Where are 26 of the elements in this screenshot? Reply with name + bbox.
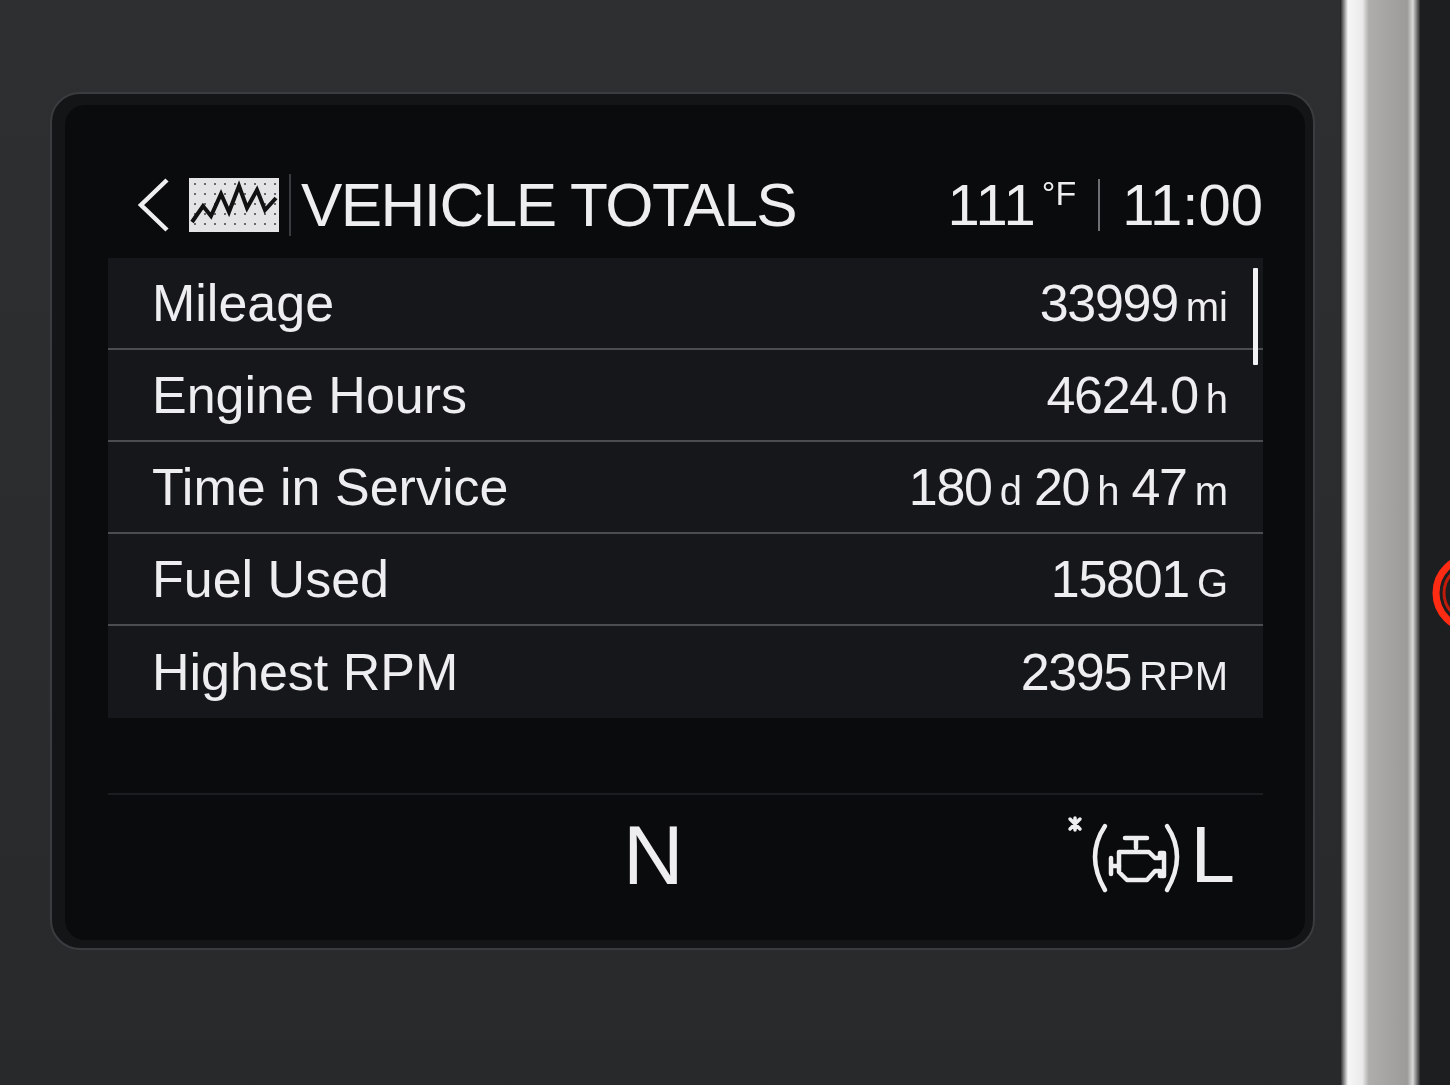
temperature: 111 bbox=[947, 176, 1036, 234]
reading-unit: G bbox=[1196, 563, 1228, 603]
indicator-letter: L bbox=[1190, 815, 1235, 895]
reading-unit: mi bbox=[1185, 287, 1228, 327]
reading-value: 15801 bbox=[1050, 553, 1189, 605]
row-label: Time in Service bbox=[152, 461, 509, 513]
reading-unit: RPM bbox=[1139, 656, 1228, 696]
clock-time: 11:00 bbox=[1122, 176, 1263, 234]
reading-unit: h bbox=[1097, 471, 1120, 511]
reading-unit: h bbox=[1205, 379, 1228, 419]
reading-value: 2395 bbox=[1020, 646, 1132, 698]
reading-value: 33999 bbox=[1039, 277, 1178, 329]
reading-unit: d bbox=[999, 471, 1022, 511]
temperature-unit: °F bbox=[1041, 176, 1077, 210]
back-button[interactable] bbox=[135, 177, 171, 233]
row-label: Fuel Used bbox=[152, 553, 389, 605]
reading-value: 20 bbox=[1033, 461, 1090, 513]
gear-indicator: N bbox=[623, 813, 684, 897]
screen-title: VEHICLE TOTALS bbox=[301, 174, 797, 236]
reading-value: 4624.0 bbox=[1046, 369, 1198, 421]
reading-value: 47 bbox=[1131, 461, 1187, 513]
reading-value: 180 bbox=[908, 461, 992, 513]
chevron-left-icon bbox=[136, 177, 170, 233]
reading-unit: m bbox=[1194, 471, 1228, 511]
line-chart-icon bbox=[189, 178, 279, 232]
scrollbar-thumb[interactable] bbox=[1253, 268, 1258, 365]
